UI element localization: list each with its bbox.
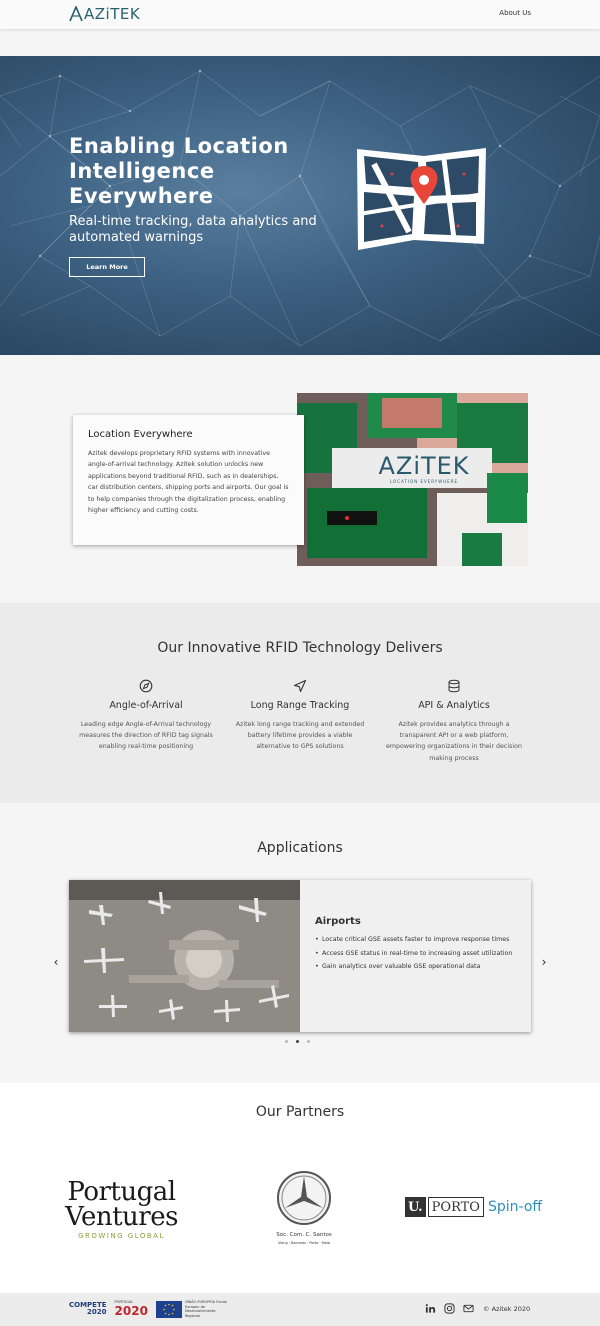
navigation-icon [293,679,307,693]
c-santos-name: Soc. Com. C. Santos [276,1232,332,1238]
carousel-prev-button[interactable]: ‹ [50,955,62,969]
feature-angle-of-arrival: Angle-of-Arrival Leading edge Angle-of-A… [76,679,216,753]
feature-title: API & Analytics [418,700,490,711]
pv-tagline: GROWING GLOBAL [78,1232,165,1240]
uporto-u: U. [405,1197,426,1217]
funding-logos: COMPETE 2020 PORTUGAL 2020 UNIÃO EUROPEI… [69,1299,229,1319]
uporto-spinoff: Spin-off [487,1199,543,1215]
feature-long-range-tracking: Long Range Tracking Azitek long range tr… [230,679,370,753]
feature-api-analytics: API & Analytics Azitek provides analytic… [384,679,524,764]
slide-bullet: Gain analytics over valuable GSE operati… [315,962,515,972]
uporto-spinoff-logo[interactable]: U. PORTO Spin-off [405,1196,542,1218]
slide-bullet: Locate critical GSE assets faster to imp… [315,935,515,945]
mercedes-star-icon [277,1171,331,1225]
database-icon [448,679,460,693]
technology-heading: Our Innovative RFID Technology Delivers [157,640,443,656]
carousel-dot-3[interactable] [307,1040,310,1043]
c-santos-sub: Viana · Barcelos · Porto · Maia [277,1241,331,1245]
feature-text: Azitek provides analytics through a tran… [385,721,523,762]
airport-aerial-photo [69,880,300,1032]
about-body: Azitek develops proprietary RFID systems… [88,450,289,515]
slide-content: Airports Locate critical GSE assets fast… [315,916,515,976]
slide-bullets: Locate critical GSE assets faster to imp… [315,935,515,972]
photo-logo-overlay: AZiTEK LOCATION EVERYWHERE [378,452,470,484]
social-links: © Azitek 2020 [425,1303,530,1314]
hero-title: Enabling Location Intelligence Everywher… [69,134,289,208]
hero-section: Enabling Location Intelligence Everywher… [0,56,600,355]
mail-icon[interactable] [463,1303,474,1314]
brand-name: AZiTEK [84,5,141,23]
slide-bullet: Access GSE status in real-time to increa… [315,949,515,959]
applications-heading: Applications [257,840,343,856]
azitek-hardware-photo: AZiTEK LOCATION EVERYWHERE [297,393,528,566]
slide-title: Airports [315,916,361,927]
eu-text: UNIÃO EUROPEIA Fundo Europeu de Desenvol… [184,1300,227,1318]
compete-2020-logo: COMPETE 2020 [69,1301,107,1316]
uporto-porto: PORTO [427,1197,484,1217]
partners-heading: Our Partners [255,1104,345,1120]
nav-about-us[interactable]: About Us [499,9,531,17]
brand-logo[interactable]: AZiTEK [69,5,140,23]
compass-icon [139,679,153,693]
feature-title: Angle-of-Arrival [109,700,183,711]
learn-more-button[interactable]: Learn More [69,257,145,277]
carousel-indicators [285,1040,310,1043]
eu-flag-icon [155,1300,182,1318]
about-title: Location Everywhere [88,429,193,440]
feature-text: Azitek long range tracking and extended … [235,721,365,751]
instagram-icon[interactable] [444,1303,455,1314]
map-pin-illustration [357,148,486,250]
linkedin-icon[interactable] [425,1303,436,1314]
top-nav: AZiTEK About Us [0,0,600,29]
feature-text: Leading edge Angle-of-Arrival technology… [79,721,213,751]
carousel-dot-2[interactable] [296,1040,299,1043]
portugal-2020-logo: PORTUGAL 2020 [114,1300,148,1318]
application-slide: Airports Locate critical GSE assets fast… [69,880,531,1032]
about-card: Location Everywhere Azitek develops prop… [73,415,304,545]
copyright: © Azitek 2020 [483,1304,531,1313]
eu-logo: UNIÃO EUROPEIA Fundo Europeu de Desenvol… [155,1300,229,1318]
carousel-dot-1[interactable] [285,1040,288,1043]
mercedes-c-santos-logo[interactable]: Soc. Com. C. Santos Viana · Barcelos · P… [272,1170,336,1245]
hero-subtitle: Real-time tracking, data analytics and a… [69,214,317,245]
pv-line2: Ventures [65,1202,178,1232]
carousel-next-button[interactable]: › [538,955,550,969]
portugal-ventures-logo[interactable]: Portugal Ventures GROWING GLOBAL [54,1179,189,1240]
azitek-logo-icon [69,6,83,22]
feature-title: Long Range Tracking [250,700,350,711]
